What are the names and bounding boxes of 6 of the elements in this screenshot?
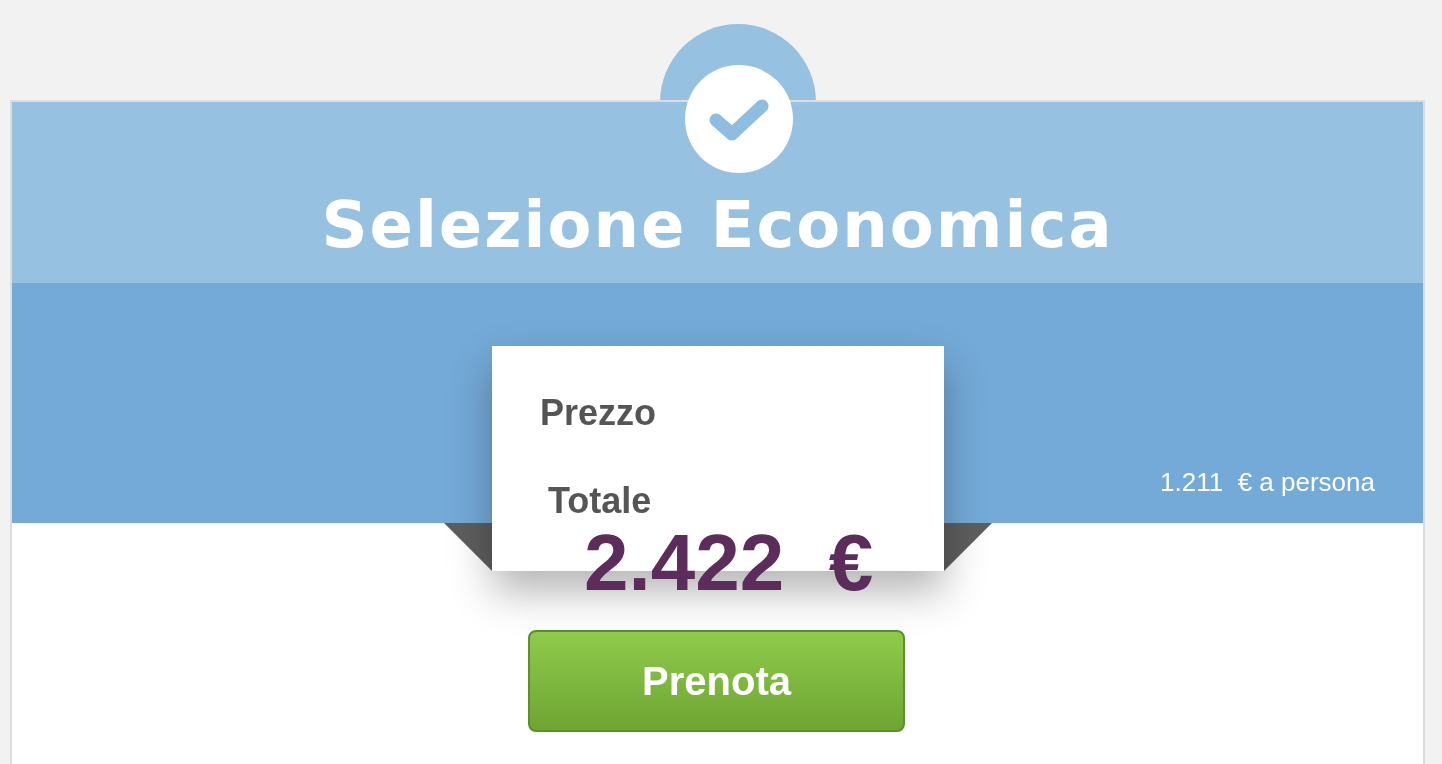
price-label: Prezzo <box>540 391 657 435</box>
per-person-price: 1.211 € a persona <box>1160 466 1375 499</box>
book-button[interactable]: Prenota <box>528 630 905 732</box>
fold-corner <box>444 523 492 571</box>
offer-title: Selezione Economica <box>321 190 1114 260</box>
fold-corner <box>944 523 992 571</box>
